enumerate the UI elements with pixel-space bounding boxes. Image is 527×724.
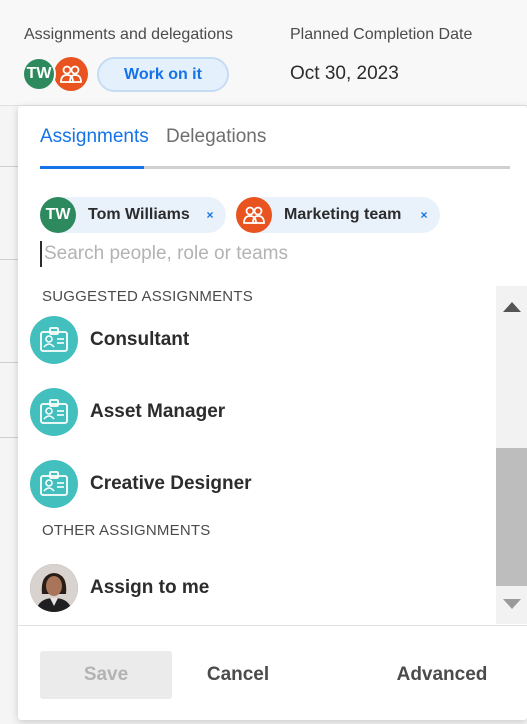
cancel-button[interactable]: Cancel bbox=[186, 651, 290, 699]
item-label: Assign to me bbox=[90, 577, 210, 598]
scrollbar[interactable] bbox=[496, 286, 527, 624]
divider bbox=[0, 259, 20, 260]
scroll-up-icon[interactable] bbox=[503, 302, 521, 312]
team-avatar[interactable] bbox=[54, 57, 88, 91]
list-item[interactable]: Consultant bbox=[30, 314, 490, 366]
team-avatar bbox=[236, 197, 272, 233]
user-photo bbox=[30, 564, 78, 612]
assignment-suggestions-list: SUGGESTED ASSIGNMENTS Consultant Asset M… bbox=[18, 286, 496, 624]
divider bbox=[0, 166, 20, 167]
team-icon bbox=[243, 206, 265, 224]
planned-completion-date: Oct 30, 2023 bbox=[290, 63, 399, 84]
job-role-icon bbox=[30, 316, 78, 364]
user-avatar-tw[interactable]: TW bbox=[22, 57, 56, 91]
section-header-suggested: SUGGESTED ASSIGNMENTS bbox=[42, 288, 253, 305]
assignee-chip-marketing-team: Marketing team × bbox=[236, 197, 440, 233]
scroll-down-icon[interactable] bbox=[503, 599, 521, 609]
tab-active-indicator bbox=[40, 166, 144, 169]
task-header: Assignments and delegations Planned Comp… bbox=[0, 0, 527, 106]
job-role-icon bbox=[30, 460, 78, 508]
tab-assignments[interactable]: Assignments bbox=[40, 126, 149, 170]
advanced-button[interactable]: Advanced bbox=[388, 651, 496, 699]
chip-label: Tom Williams bbox=[88, 206, 190, 223]
tab-delegations[interactable]: Delegations bbox=[166, 126, 266, 170]
remove-chip-icon[interactable]: × bbox=[416, 207, 432, 223]
list-item[interactable]: Asset Manager bbox=[30, 386, 490, 438]
popover-footer: Save Cancel Advanced bbox=[18, 625, 527, 720]
team-icon bbox=[60, 65, 82, 83]
chip-label: Marketing team bbox=[284, 206, 402, 223]
item-label: Consultant bbox=[90, 329, 190, 350]
section-header-other: OTHER ASSIGNMENTS bbox=[42, 522, 211, 539]
work-on-it-button[interactable]: Work on it bbox=[97, 57, 229, 92]
assignment-tabs: Assignments Delegations bbox=[40, 126, 510, 170]
divider bbox=[0, 437, 20, 438]
assignments-label: Assignments and delegations bbox=[24, 26, 234, 43]
planned-completion-label: Planned Completion Date bbox=[290, 26, 473, 43]
remove-chip-icon[interactable]: × bbox=[202, 207, 218, 223]
list-item[interactable]: Creative Designer bbox=[30, 458, 490, 510]
scroll-thumb[interactable] bbox=[496, 448, 527, 586]
job-role-icon bbox=[30, 388, 78, 436]
avatar: TW bbox=[40, 197, 76, 233]
assignee-chip-tom-williams: TW Tom Williams × bbox=[40, 197, 226, 233]
item-label: Asset Manager bbox=[90, 401, 226, 422]
list-item-assign-to-me[interactable]: Assign to me bbox=[30, 562, 490, 614]
assignment-popover: Assignments Delegations TW Tom Williams … bbox=[18, 106, 527, 720]
divider bbox=[0, 362, 20, 363]
save-button[interactable]: Save bbox=[40, 651, 172, 699]
search-input[interactable] bbox=[40, 241, 480, 267]
item-label: Creative Designer bbox=[90, 473, 252, 494]
